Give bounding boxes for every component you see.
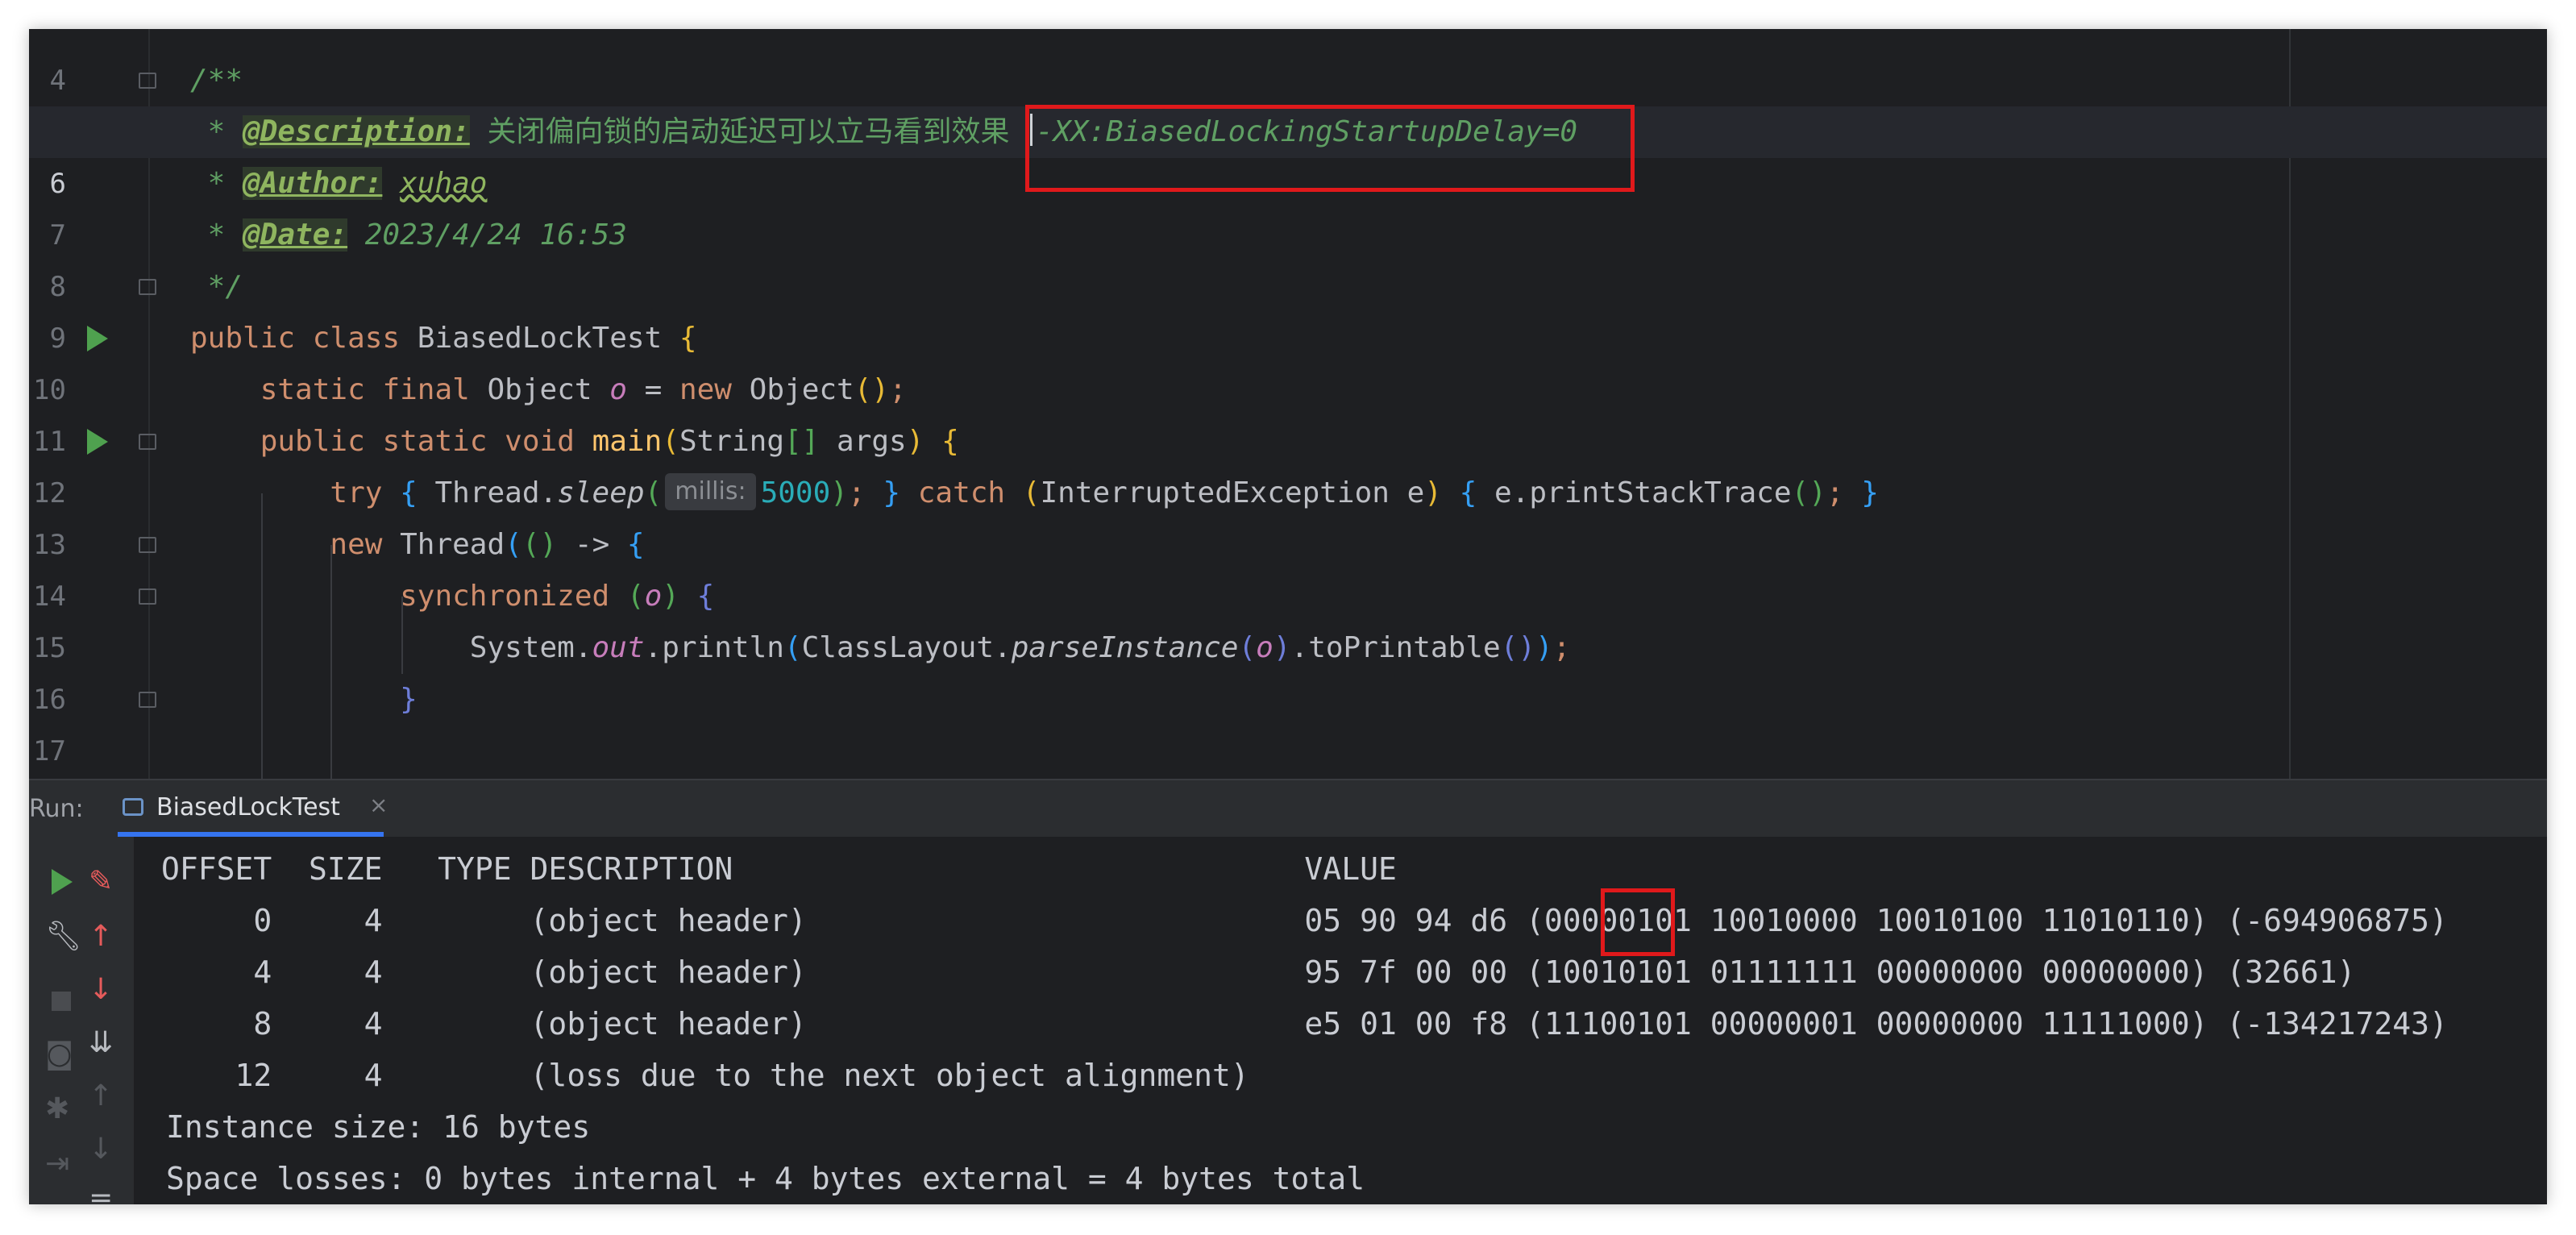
code-line: 12 public static void main(String[] args… — [29, 416, 2547, 509]
console-icon — [123, 798, 143, 816]
output-header-row: OFFSET SIZE TYPE DESCRIPTION VALUE — [161, 851, 1397, 887]
code-line: 11 static final Object o = new Object(); — [29, 364, 2547, 458]
fold-icon[interactable] — [139, 73, 156, 89]
javadoc-tag: @Author: — [243, 167, 383, 200]
previous-occurrence-button[interactable]: ↑ — [87, 919, 123, 954]
javadoc-tag: @Description: — [243, 115, 470, 148]
rerun-button[interactable] — [44, 864, 79, 900]
highlight-box-lock-bits — [1601, 888, 1675, 956]
run-tab-label: BiasedLockTest — [156, 793, 340, 821]
code-line: 16 System.out.println(ClassLayout.parseI… — [29, 622, 2547, 716]
scroll-down-button[interactable]: ↓ — [87, 1132, 123, 1167]
description-text: 关闭偏向锁的启动延迟可以立马看到效果 — [469, 115, 1028, 148]
parameter-hint: millis: — [665, 473, 756, 510]
up-arrow-icon: ↑ — [89, 1079, 114, 1112]
next-occurrence-button[interactable]: ↓ — [87, 972, 123, 1008]
bug-icon: ✱ — [45, 1092, 70, 1125]
fold-icon[interactable] — [139, 279, 156, 295]
wrench-icon: 🔧︎ — [45, 920, 82, 953]
indent-guide — [261, 493, 263, 779]
sort-button[interactable]: ⇊ — [87, 1025, 123, 1061]
scroll-up-button[interactable]: ↑ — [87, 1079, 123, 1114]
indent-guide — [401, 597, 403, 674]
run-label: Run: — [29, 795, 84, 823]
dump-threads-button[interactable]: ◙ — [44, 1037, 79, 1072]
run-tool-window-header: Run: BiasedLockTest × — [29, 779, 2547, 837]
up-arrow-icon: ↑ — [89, 920, 114, 953]
close-icon[interactable]: × — [369, 792, 388, 818]
code-line: 9 */ — [29, 261, 2547, 355]
code-line: 10 public class BiasedLockTest { — [29, 313, 2547, 406]
fold-icon[interactable] — [139, 434, 156, 450]
camera-icon: ◙ — [45, 1037, 73, 1071]
output-row: 4 4 (object header) 95 7f 00 00 (1001010… — [161, 954, 2356, 990]
restore-layout-button[interactable]: ⇥ — [44, 1146, 79, 1182]
stop-icon — [52, 992, 71, 1011]
fold-icon[interactable] — [139, 692, 156, 708]
wrap-button[interactable]: ≡ — [87, 1183, 123, 1204]
run-gutter-icon[interactable] — [87, 429, 108, 455]
ide-window: 4 5 /** 6 * @Description: 关闭偏向锁的启动延迟可以立马… — [29, 29, 2547, 1204]
login-icon: ⇥ — [45, 1147, 70, 1180]
code-line: 15 synchronized (o) { — [29, 571, 2547, 664]
down-arrow-icon: ↓ — [89, 1133, 114, 1166]
javadoc-tag: @Date: — [243, 218, 348, 252]
rerun-icon: ✎ — [89, 865, 114, 898]
fold-icon[interactable] — [139, 537, 156, 553]
indent-guide — [330, 545, 332, 779]
run-tab-biasedlocktest[interactable]: BiasedLockTest × — [118, 780, 408, 837]
wrap-icon: ≡ — [89, 1184, 114, 1204]
date-value: 2023/4/24 16:53 — [347, 218, 627, 252]
output-row: 8 4 (object header) e5 01 00 f8 (1110010… — [161, 1006, 2448, 1042]
run-toolbar: 🔧︎ ◙ ✱ ⇥ ✎ ↑ ↓ ⇊ ↑ ↓ ≡ — [29, 837, 134, 1204]
class-name: BiasedLockTest — [417, 322, 663, 355]
instance-size-line: Instance size: 16 bytes — [166, 1109, 591, 1145]
debug-button[interactable]: ✱ — [44, 1092, 79, 1127]
code-line: 13 try { Thread.sleep(millis: 5000); } ca… — [29, 468, 2547, 561]
code-line: 8 * @Date: 2023/4/24 16:53 — [29, 210, 2547, 303]
space-losses-line: Space losses: 0 bytes internal + 4 bytes… — [166, 1161, 1365, 1196]
code-line: 18 — [29, 726, 2547, 777]
author-value: xuhao — [400, 167, 488, 200]
sort-icon: ⇊ — [89, 1026, 114, 1059]
down-arrow-icon: ↓ — [89, 973, 114, 1006]
code-line: 17 } — [29, 674, 2547, 767]
code-editor[interactable]: 4 5 /** 6 * @Description: 关闭偏向锁的启动延迟可以立马… — [29, 29, 2547, 779]
output-row: 0 4 (object header) 05 90 94 d6 (0000010… — [161, 903, 2448, 938]
run-gutter-icon[interactable] — [87, 326, 108, 351]
run-console: 🔧︎ ◙ ✱ ⇥ ✎ ↑ ↓ ⇊ ↑ ↓ ≡ OFFSET SIZE TYPE … — [29, 837, 2547, 1204]
code-line: 4 — [29, 29, 2547, 97]
play-icon — [52, 869, 73, 895]
settings-button[interactable]: 🔧︎ — [44, 919, 82, 954]
clear-output-button[interactable]: ✎ — [87, 864, 123, 900]
code-line: 14 new Thread(() -> { — [29, 519, 2547, 613]
fold-icon[interactable] — [139, 588, 156, 605]
output-row: 12 4 (loss due to the next object alignm… — [161, 1058, 1249, 1093]
highlight-box-jvm-flag — [1025, 105, 1635, 192]
stop-button[interactable] — [44, 983, 79, 1019]
code-line: 5 /** — [29, 55, 2547, 148]
comment-text: /** — [190, 64, 243, 97]
